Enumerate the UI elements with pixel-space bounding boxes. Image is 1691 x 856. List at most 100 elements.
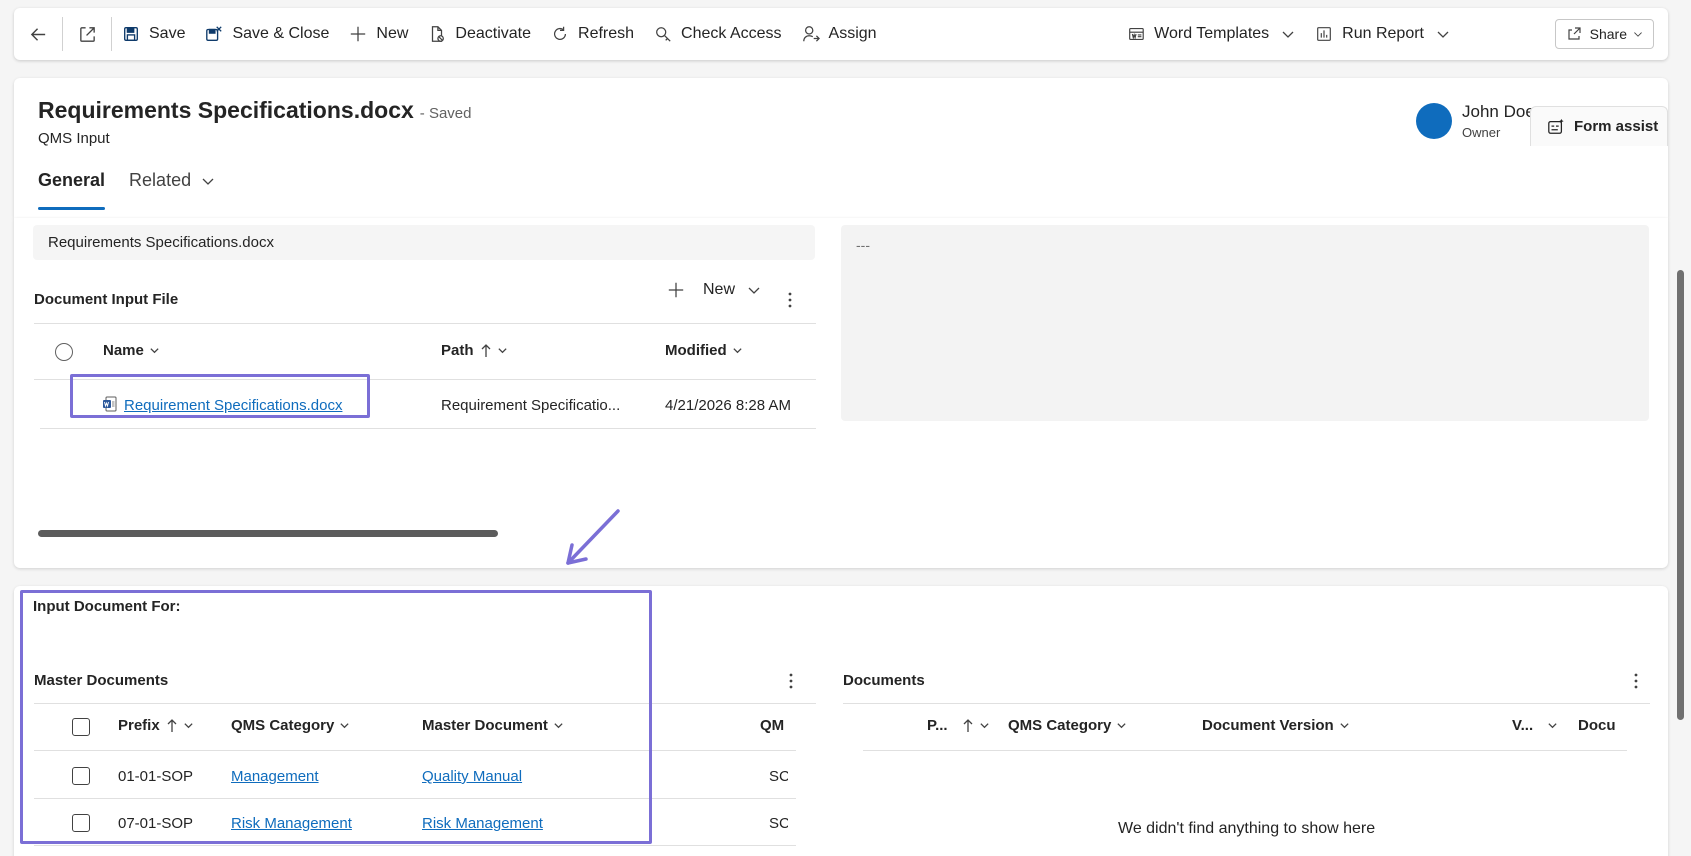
word-templates-label: Word Templates: [1154, 25, 1270, 42]
form-tabs: General Related: [38, 170, 239, 210]
form-assist-button[interactable]: Form assist: [1530, 106, 1668, 146]
highlight-box-file: [70, 374, 370, 418]
entity-name: QMS Input: [38, 130, 110, 147]
grid-divider: [843, 703, 1650, 704]
form-assist-label: Form assist: [1574, 118, 1659, 135]
save-button[interactable]: Save: [112, 8, 195, 60]
save-close-button[interactable]: Save & Close: [195, 8, 339, 60]
document-deactivate-icon: [432, 26, 445, 42]
deactivate-button[interactable]: Deactivate: [418, 8, 541, 60]
check-access-label: Check Access: [681, 25, 782, 42]
qm-cell: SC: [769, 815, 788, 832]
refresh-button[interactable]: Refresh: [541, 8, 644, 60]
run-report-button[interactable]: Run Report: [1305, 8, 1460, 60]
chevron-down-icon: [150, 348, 159, 354]
annotation-arrow-icon: [566, 509, 620, 565]
tab-label: Related: [129, 170, 192, 190]
open-new-window-button[interactable]: [63, 8, 111, 60]
new-button[interactable]: New: [339, 8, 418, 60]
tab-related[interactable]: Related: [129, 170, 215, 210]
report-icon: [1317, 27, 1332, 41]
column-header-label: Name: [103, 342, 144, 359]
record-header: Requirements Specifications.docx - Saved …: [14, 78, 1668, 218]
highlight-box-input-document-for: [20, 590, 652, 844]
subgrid-new-button[interactable]: New: [667, 281, 761, 299]
check-access-button[interactable]: Check Access: [644, 8, 791, 60]
column-header-document[interactable]: Docu: [1578, 717, 1628, 734]
general-section: Requirements Specifications.docx --- Doc…: [14, 218, 1668, 568]
column-header-version[interactable]: V...: [1512, 717, 1558, 734]
chevron-down-icon: [733, 348, 742, 354]
run-report-label: Run Report: [1342, 25, 1424, 42]
select-all-radio[interactable]: [55, 343, 73, 361]
chevron-down-icon: [1117, 723, 1126, 729]
column-header-label: Document Version: [1202, 717, 1334, 734]
back-button[interactable]: [14, 8, 62, 60]
qm-cell: SC: [769, 768, 788, 785]
owner-name: John Doe: [1462, 102, 1535, 121]
share-icon: [1568, 27, 1581, 40]
arrow-left-icon: [30, 27, 45, 41]
column-header-qms-category[interactable]: QMS Category: [1008, 717, 1127, 734]
save-icon: [124, 27, 138, 41]
chevron-down-icon: [1282, 31, 1294, 38]
grid-divider: [34, 845, 796, 846]
column-header-qm[interactable]: QM: [760, 717, 788, 734]
chevron-down-icon: [1340, 723, 1349, 729]
vertical-scrollbar-thumb[interactable]: [1677, 270, 1684, 720]
deactivate-label: Deactivate: [455, 25, 532, 42]
name-field[interactable]: Requirements Specifications.docx: [33, 225, 815, 260]
assign-button[interactable]: Assign: [792, 8, 887, 60]
save-close-label: Save & Close: [232, 25, 330, 42]
assign-label: Assign: [828, 25, 877, 42]
chevron-down-icon: [1548, 723, 1557, 729]
column-header-modified[interactable]: Modified: [665, 342, 743, 359]
column-header-label: Docu: [1578, 717, 1616, 734]
subgrid-new-label: New: [703, 281, 736, 298]
save-close-icon: [206, 26, 223, 41]
owner-field[interactable]: John Doe Owner: [1416, 102, 1535, 140]
word-templates-button[interactable]: Word Templates: [1117, 8, 1305, 60]
record-title: Requirements Specifications.docx - Saved: [38, 97, 471, 124]
column-header-path[interactable]: Path: [441, 342, 508, 359]
sort-ascending-icon: [963, 718, 973, 732]
column-header-document-version[interactable]: Document Version: [1202, 717, 1350, 734]
column-header-label: P...: [927, 717, 948, 734]
column-header-label: QMS Category: [1008, 717, 1112, 734]
person-assign-icon: [802, 26, 820, 42]
owner-role: Owner: [1462, 125, 1501, 140]
tab-general[interactable]: General: [38, 170, 106, 210]
column-header-label: V...: [1512, 717, 1534, 734]
command-bar: Save Save & Close New Deactivate Refresh…: [14, 8, 1668, 60]
plus-icon: [668, 282, 684, 298]
key-search-icon: [656, 27, 671, 42]
more-vertical-icon[interactable]: [780, 290, 800, 310]
sort-ascending-icon: [481, 343, 490, 357]
more-vertical-icon[interactable]: [1626, 671, 1646, 691]
form-assist-icon: [1548, 118, 1564, 134]
grid-divider: [34, 323, 816, 324]
share-button[interactable]: Share: [1554, 19, 1654, 49]
column-header-name[interactable]: Name: [103, 342, 160, 359]
column-header-label: Modified: [665, 342, 727, 359]
avatar: [1416, 103, 1452, 139]
tab-label: General: [38, 170, 106, 190]
chevron-down-icon: [497, 348, 507, 354]
chevron-down-icon: [202, 178, 214, 185]
documents-title: Documents: [843, 672, 925, 689]
empty-state-message: We didn't find anything to show here: [1118, 820, 1376, 837]
file-modified-cell: 4/21/2026 8:28 AM: [665, 397, 791, 414]
chevron-down-icon: [748, 287, 760, 294]
column-header-label: QM: [760, 717, 785, 734]
horizontal-scrollbar[interactable]: [38, 530, 498, 537]
grid-divider: [863, 750, 1627, 751]
save-status: - Saved: [419, 105, 472, 122]
grid-divider: [40, 428, 816, 429]
column-header-prefix[interactable]: P...: [927, 717, 990, 734]
document-input-file-title: Document Input File: [34, 291, 179, 308]
chevron-down-icon: [1634, 32, 1642, 37]
description-field[interactable]: ---: [841, 225, 1649, 421]
more-vertical-icon[interactable]: [781, 671, 801, 691]
new-label: New: [376, 25, 409, 42]
plus-icon: [351, 26, 366, 42]
